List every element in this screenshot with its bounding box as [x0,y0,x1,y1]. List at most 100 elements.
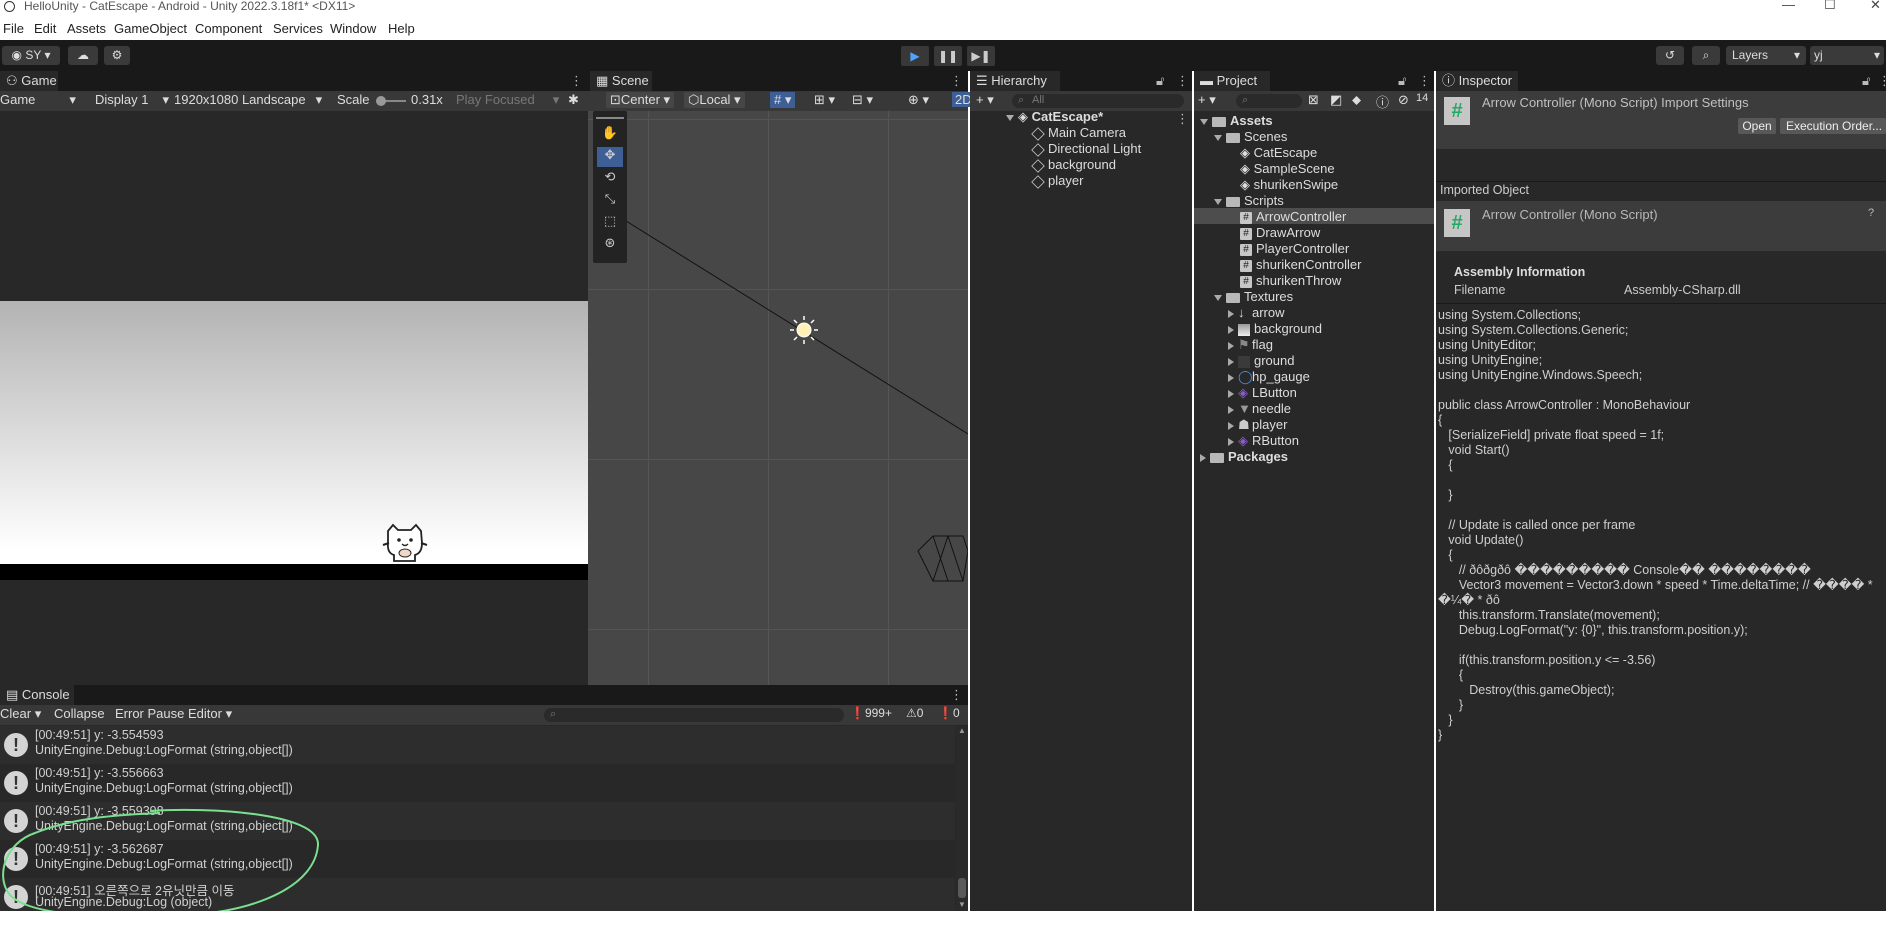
menu-services[interactable]: Services [273,21,323,36]
collab-button[interactable]: ⚙ [104,46,130,65]
project-item[interactable]: ↓ arrow [1228,305,1285,320]
project-folder-packages[interactable]: Packages [1200,449,1288,464]
rect-tool-icon[interactable]: ⬚ [597,213,623,233]
project-item[interactable]: ground [1228,353,1294,368]
project-item[interactable]: ◈ shurikenSwipe [1240,177,1338,193]
create-button[interactable]: + ▾ [976,92,994,108]
project-folder-textures[interactable]: Textures [1214,289,1293,304]
tag-icon[interactable]: ⬥ [1352,92,1361,108]
game-mode-dropdown[interactable]: Game ▾ [0,92,76,108]
cloud-button[interactable]: ☁ [68,46,98,65]
project-item[interactable]: background [1228,321,1322,336]
more-icon[interactable]: ⋮ [950,73,963,89]
project-item[interactable]: ⚑ flag [1228,337,1273,353]
project-item[interactable]: ☗ player [1228,417,1287,433]
display-dropdown[interactable]: Display 1 ▾ [95,92,169,108]
project-item[interactable]: ◈ LButton [1228,385,1297,401]
editor-dropdown[interactable]: Editor ▾ [188,706,232,722]
game-viewport[interactable] [0,111,588,685]
more-icon[interactable]: ⋮ [1878,73,1886,89]
project-search-input[interactable]: ⌕ [1236,94,1302,108]
scale-tool-icon[interactable]: ⤡ [597,191,623,211]
close-icon[interactable]: ✕ [1870,0,1881,13]
search-button[interactable]: ⌕ [1692,46,1720,65]
log-entry[interactable]: ! [00:49:51] y: -3.554593 UnityEngine.Debu… [0,726,955,764]
project-item[interactable]: ◈ SampleScene [1240,161,1335,177]
create-asset-button[interactable]: + ▾ [1198,92,1216,108]
step-button[interactable]: ▶❚ [967,46,995,66]
warn-count-toggle[interactable]: ⚠0 [906,706,923,720]
layout-dropdown[interactable]: yj ▾ [1810,46,1884,65]
drag-handle[interactable] [596,117,624,119]
help-icon[interactable]: ? [1868,207,1874,219]
menu-window[interactable]: Window [330,21,376,36]
menu-file[interactable]: File [3,21,24,36]
scale-slider-handle[interactable] [376,96,386,106]
scene-root-item[interactable]: ◈ CatEscape* [1006,109,1103,125]
hierarchy-item[interactable]: background [1031,157,1116,173]
search-by-type-icon[interactable]: ⊠ [1308,92,1319,108]
rotate-tool-icon[interactable]: ⟲ [597,169,623,189]
hierarchy-search-input[interactable]: ⌕ All [1012,94,1184,108]
project-item[interactable]: # shurikenController [1240,257,1362,272]
scroll-down-icon[interactable]: ▼ [958,900,966,909]
project-folder-scenes[interactable]: Scenes [1214,129,1287,144]
error-pause-button[interactable]: Error Pause [115,706,184,721]
project-folder-scripts[interactable]: Scripts [1214,193,1284,208]
search-by-label-icon[interactable]: ◩ [1330,92,1342,108]
tab-inspector[interactable]: ⓘ Inspector [1436,71,1518,91]
log-entry[interactable]: ! [00:49:51] y: -3.556663 UnityEngine.Debu… [0,764,955,802]
lock-icon[interactable]: 🔓︎ [1156,73,1164,89]
lock-icon[interactable]: 🔓︎ [1862,73,1870,89]
open-button[interactable]: Open [1738,118,1776,134]
undo-history-button[interactable]: ↺ [1656,46,1684,65]
minimize-icon[interactable]: — [1782,0,1795,12]
hand-tool-icon[interactable]: ✋ [597,125,623,145]
project-item[interactable]: ▼needle [1228,401,1291,416]
tab-console[interactable]: ▤ Console [0,685,74,705]
console-search-input[interactable]: ⌕ [544,708,844,722]
menu-component[interactable]: Component [195,21,262,36]
error-count-toggle[interactable]: ❗0 [938,706,960,720]
bug-icon[interactable]: ✱ [568,92,579,108]
project-folder-assets[interactable]: Assets [1200,113,1273,128]
more-icon[interactable]: ⋮ [570,73,583,89]
project-item[interactable]: ◯hp_gauge [1228,369,1310,385]
move-tool-icon[interactable]: ✥ [597,147,623,167]
pause-button[interactable]: ❚❚ [934,46,962,66]
menu-edit[interactable]: Edit [34,21,56,36]
console-scrollbar[interactable]: ▲ ▼ [956,726,968,911]
lock-icon[interactable]: 🔓︎ [1398,73,1406,89]
scene-more-icon[interactable]: ⋮ [1176,111,1189,127]
tab-project[interactable]: ▬ Project [1194,71,1270,91]
scene-viewport[interactable]: ✋ ✥ ⟲ ⤡ ⬚ ⊛ [588,111,968,685]
hierarchy-item[interactable]: player [1031,173,1083,189]
more-icon[interactable]: ⋮ [950,687,963,703]
project-item[interactable]: # PlayerController [1240,241,1349,256]
increment-snap-icon[interactable]: ⊟ ▾ [852,92,873,108]
grid-snap-button[interactable]: # ▾ [770,92,796,108]
project-item[interactable]: # shurikenThrow [1240,273,1341,288]
scroll-up-icon[interactable]: ▲ [958,726,966,735]
menu-assets[interactable]: Assets [67,21,106,36]
tab-scene[interactable]: ▦ Scene [590,71,652,91]
layers-dropdown[interactable]: Layers ▾ [1726,46,1806,65]
execution-order-button[interactable]: Execution Order... [1780,118,1886,134]
play-button[interactable]: ▶ [901,46,929,66]
draw-mode-icon[interactable]: ⊕ ▾ [908,92,929,108]
account-button[interactable]: ◉ SY ▾ [2,46,60,65]
resolution-dropdown[interactable]: 1920x1080 Landscape ▾ [174,92,322,108]
snap-settings-icon[interactable]: ⊞ ▾ [814,92,835,108]
tab-hierarchy[interactable]: ☰ Hierarchy [970,71,1060,91]
hidden-packages-icon[interactable]: ⊘ [1398,92,1409,108]
play-focused-dropdown[interactable]: Play Focused ▾ [456,92,559,108]
menu-help[interactable]: Help [388,21,415,36]
more-icon[interactable]: ⋮ [1418,73,1431,89]
project-item[interactable]: ◈ RButton [1228,433,1299,449]
transform-tool-icon[interactable]: ⊛ [597,235,623,255]
clear-dropdown[interactable]: Clear ▾ [0,706,41,722]
project-item-selected[interactable]: # ArrowController [1240,209,1346,224]
project-item[interactable]: # DrawArrow [1240,225,1320,240]
menu-gameobject[interactable]: GameObject [114,21,187,36]
space-dropdown[interactable]: ⬡Local ▾ [684,92,745,108]
